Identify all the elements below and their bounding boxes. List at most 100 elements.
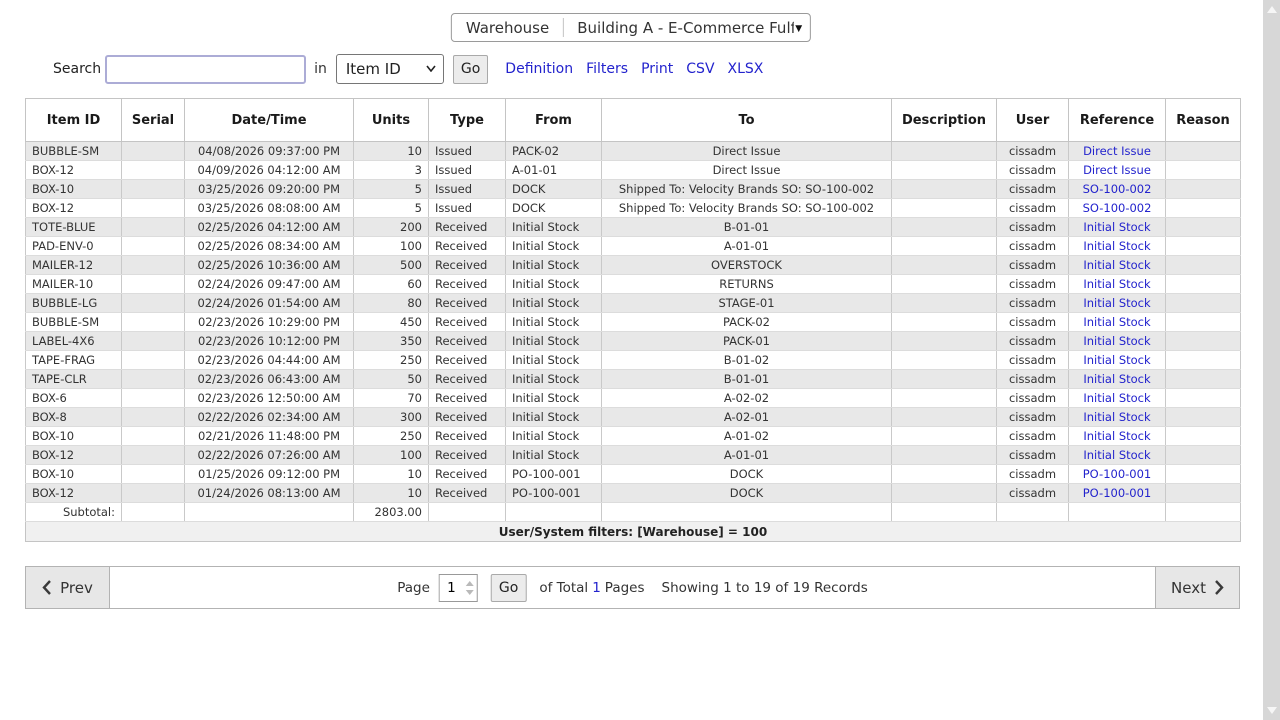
spinner-down-icon[interactable] (465, 590, 473, 595)
cell-datetime: 02/23/2026 12:50:00 AM (185, 389, 354, 408)
search-input[interactable] (105, 55, 306, 84)
next-label: Next (1171, 579, 1206, 597)
dropdown-arrow-icon[interactable]: ▼ (794, 22, 810, 34)
col-header-type[interactable]: Type (429, 99, 506, 142)
cell-serial (122, 370, 185, 389)
prev-label: Prev (60, 579, 93, 597)
reference-link[interactable]: Initial Stock (1083, 391, 1150, 405)
cell-to: Shipped To: Velocity Brands SO: SO-100-0… (602, 199, 892, 218)
reference-link[interactable]: Initial Stock (1083, 372, 1150, 386)
reference-link[interactable]: Initial Stock (1083, 277, 1150, 291)
cell-type: Received (429, 256, 506, 275)
scroll-down-icon[interactable] (1267, 707, 1277, 714)
cell-datetime: 01/24/2026 08:13:00 AM (185, 484, 354, 503)
spinner-up-icon[interactable] (465, 581, 473, 586)
reference-link[interactable]: PO-100-001 (1083, 467, 1152, 481)
col-header-reason[interactable]: Reason (1166, 99, 1241, 142)
page-go-button[interactable]: Go (491, 574, 526, 602)
cell-reason (1166, 142, 1241, 161)
col-header-reference[interactable]: Reference (1069, 99, 1166, 142)
search-field-select[interactable]: Item ID (336, 54, 444, 84)
total-pages-text: of Total 1 Pages (539, 580, 644, 596)
col-header-description[interactable]: Description (892, 99, 997, 142)
cell-type: Issued (429, 199, 506, 218)
cell-units: 70 (354, 389, 429, 408)
reference-link[interactable]: PO-100-001 (1083, 486, 1152, 500)
cell-item-id: MAILER-12 (26, 256, 122, 275)
scroll-up-icon[interactable] (1267, 6, 1277, 13)
col-header-datetime[interactable]: Date/Time (185, 99, 354, 142)
col-header-item-id[interactable]: Item ID (26, 99, 122, 142)
reference-link[interactable]: Initial Stock (1083, 410, 1150, 424)
context-location-dropdown[interactable]: Building A - E-Commerce Fulfill (564, 19, 794, 37)
page-spinner[interactable] (463, 575, 476, 601)
cell-to: PACK-01 (602, 332, 892, 351)
reference-link[interactable]: Initial Stock (1083, 334, 1150, 348)
cell-reason (1166, 294, 1241, 313)
cell-item-id: BUBBLE-LG (26, 294, 122, 313)
cell-type: Received (429, 294, 506, 313)
cell-datetime: 02/22/2026 07:26:00 AM (185, 446, 354, 465)
reference-link[interactable]: Initial Stock (1083, 258, 1150, 272)
cell-units: 500 (354, 256, 429, 275)
reference-link[interactable]: SO-100-002 (1083, 182, 1152, 196)
context-selector[interactable]: Warehouse Building A - E-Commerce Fulfil… (451, 13, 811, 42)
cell-item-id: BOX-10 (26, 427, 122, 446)
xlsx-link[interactable]: XLSX (728, 61, 764, 77)
cell-units: 250 (354, 351, 429, 370)
csv-link[interactable]: CSV (686, 61, 714, 77)
cell-to: A-02-02 (602, 389, 892, 408)
cell-serial (122, 199, 185, 218)
reference-link[interactable]: Initial Stock (1083, 353, 1150, 367)
cell-serial (122, 389, 185, 408)
reference-link[interactable]: Initial Stock (1083, 315, 1150, 329)
cell-description (892, 237, 997, 256)
print-link[interactable]: Print (641, 61, 673, 77)
reference-link[interactable]: Initial Stock (1083, 239, 1150, 253)
toolbar-links: Definition Filters Print CSV XLSX (505, 61, 763, 77)
col-header-user[interactable]: User (997, 99, 1069, 142)
page-number-stepper[interactable] (439, 574, 478, 602)
reference-link[interactable]: Direct Issue (1083, 163, 1151, 177)
filters-link[interactable]: Filters (586, 61, 628, 77)
cell-reason (1166, 313, 1241, 332)
reference-link[interactable]: Initial Stock (1083, 429, 1150, 443)
cell-to: RETURNS (602, 275, 892, 294)
col-header-to[interactable]: To (602, 99, 892, 142)
cell-units: 3 (354, 161, 429, 180)
col-header-serial[interactable]: Serial (122, 99, 185, 142)
cell-user: cissadm (997, 237, 1069, 256)
cell-type: Received (429, 389, 506, 408)
reference-link[interactable]: SO-100-002 (1083, 201, 1152, 215)
cell-units: 10 (354, 484, 429, 503)
reference-link[interactable]: Initial Stock (1083, 296, 1150, 310)
cell-to: OVERSTOCK (602, 256, 892, 275)
reference-link[interactable]: Direct Issue (1083, 144, 1151, 158)
cell-description (892, 484, 997, 503)
reference-link[interactable]: Initial Stock (1083, 220, 1150, 234)
col-header-units[interactable]: Units (354, 99, 429, 142)
cell-type: Issued (429, 180, 506, 199)
cell-item-id: BOX-10 (26, 465, 122, 484)
vertical-scrollbar[interactable] (1263, 0, 1280, 720)
cell-item-id: LABEL-4X6 (26, 332, 122, 351)
reference-link[interactable]: Initial Stock (1083, 448, 1150, 462)
prev-page-button[interactable]: Prev (26, 567, 110, 608)
cell-description (892, 142, 997, 161)
cell-user: cissadm (997, 408, 1069, 427)
next-page-button[interactable]: Next (1155, 567, 1239, 608)
cell-type: Received (429, 446, 506, 465)
cell-to: A-01-01 (602, 237, 892, 256)
cell-reason (1166, 332, 1241, 351)
table-header-row: Item ID Serial Date/Time Units Type From… (26, 99, 1241, 142)
search-go-button[interactable]: Go (453, 55, 488, 84)
total-pages-count: 1 (592, 580, 601, 596)
col-header-from[interactable]: From (506, 99, 602, 142)
cell-item-id: BOX-10 (26, 180, 122, 199)
cell-from: Initial Stock (506, 332, 602, 351)
cell-from: Initial Stock (506, 427, 602, 446)
cell-datetime: 02/25/2026 04:12:00 AM (185, 218, 354, 237)
page-number-input[interactable] (440, 575, 463, 601)
cell-type: Received (429, 351, 506, 370)
definition-link[interactable]: Definition (505, 61, 573, 77)
